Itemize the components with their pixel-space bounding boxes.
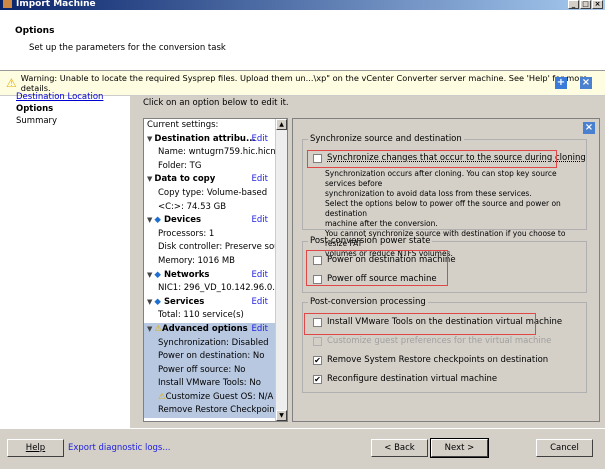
processing-legend: Post-conversion processing (310, 297, 426, 307)
expand-icon[interactable]: + (555, 77, 567, 89)
setting-item: Power off source: No (144, 363, 287, 378)
setting-item: Total: 110 service(s) (158, 310, 244, 321)
diamond-icon: ◆ (154, 269, 161, 280)
settings-section-0[interactable]: ▼ Destination attribu... Edit (144, 133, 287, 147)
section-title: Networks (163, 269, 210, 280)
close-button[interactable]: × (592, 0, 603, 9)
main-hint: Click on an option below to edit it. (143, 98, 289, 108)
maximize-button[interactable]: □ (580, 0, 591, 9)
collapse-arrow-icon[interactable]: ▼ (147, 269, 152, 283)
minimize-button[interactable]: _ (568, 0, 579, 9)
setting-item: ⚠Customize Guest OS: N/A (144, 390, 287, 405)
close-panel-icon[interactable]: × (583, 122, 595, 134)
app-icon (3, 0, 12, 8)
edit-link[interactable]: Edit (252, 173, 268, 187)
scroll-down-button[interactable]: ▼ (276, 410, 287, 421)
settings-section-1[interactable]: ▼ Data to copy Edit (144, 173, 287, 187)
export-logs-link[interactable]: Export diagnostic logs... (68, 443, 170, 453)
setting-item: Name: wntugrn759.hic.hicnet (158, 147, 285, 158)
scrollbar[interactable]: ▲ ▼ (275, 119, 287, 421)
next-button[interactable]: Next > (430, 438, 489, 458)
wizard-nav: Destination Location Options Summary (0, 92, 130, 428)
page-title: Options (15, 26, 55, 36)
setting-item: Processors: 1 (158, 228, 215, 239)
sync-legend: Synchronize source and destination (310, 134, 462, 144)
highlight-box (304, 313, 536, 335)
setting-item: Power on destination: No (144, 350, 287, 364)
setting-item: <C:>: 74.53 GB (158, 201, 227, 212)
section-title: Data to copy (154, 174, 216, 185)
settings-section-2[interactable]: ▼ ◆ Devices Edit (144, 214, 287, 228)
setting-item: Memory: 1016 MB (158, 255, 236, 266)
power-legend: Post-conversion power state (310, 236, 431, 246)
setting-item: Synchronization: Disabled (144, 336, 287, 351)
collapse-arrow-icon[interactable]: ▼ (147, 296, 152, 310)
settings-section-3[interactable]: ▼ ◆ Networks Edit (144, 269, 287, 283)
setting-item: Folder: TG (158, 160, 202, 171)
sync-group: Synchronize source and destination Synch… (302, 134, 587, 258)
collapse-arrow-icon[interactable]: ▼ (147, 214, 152, 228)
wizard-footer: Help Export diagnostic logs... < Back Ne… (0, 428, 605, 469)
highlight-box (306, 250, 448, 286)
nav-options[interactable]: Options (16, 104, 53, 114)
page-subtitle: Set up the parameters for the conversion… (29, 43, 226, 53)
customize-label: Customize guest preferences for the virt… (327, 336, 552, 346)
dismiss-warning-icon[interactable]: × (580, 77, 592, 89)
warning-icon: ⚠ (158, 391, 166, 402)
diamond-icon: ◆ (154, 296, 161, 307)
current-settings-list[interactable]: Current settings: ▼ Destination attribu..… (143, 118, 288, 422)
window-title: Import Machine (16, 0, 96, 9)
setting-item: Remove Restore Checkpoint... (144, 404, 287, 419)
section-title: Services (163, 296, 205, 307)
back-button[interactable]: < Back (371, 439, 428, 457)
remove-label: Remove System Restore checkpoints on des… (327, 355, 549, 365)
setting-item: Install VMware Tools: No (144, 377, 287, 391)
settings-section-5[interactable]: ▼ ⚠Advanced options Edit (144, 322, 287, 337)
setting-item: NIC1: 296_VD_10.142.96.0... (158, 283, 281, 294)
help-button[interactable]: Help (7, 439, 64, 457)
collapse-arrow-icon[interactable]: ▼ (147, 173, 152, 187)
edit-link[interactable]: Edit (252, 133, 268, 147)
scroll-up-button[interactable]: ▲ (276, 119, 287, 130)
warning-text: Warning: Unable to locate the required S… (20, 73, 588, 93)
diamond-icon: ◆ (154, 215, 161, 226)
warning-icon: ⚠ (6, 76, 17, 90)
reconfigure-checkbox[interactable]: ✔ Reconfigure destination virtual machine (313, 374, 497, 384)
edit-link[interactable]: Edit (252, 323, 268, 337)
title-bar: Import Machine _ □ × (0, 0, 605, 10)
nav-summary[interactable]: Summary (16, 116, 57, 126)
edit-link[interactable]: Edit (252, 269, 268, 283)
customize-guest-checkbox: Customize guest preferences for the virt… (313, 336, 551, 346)
remove-restore-checkbox[interactable]: ✔ Remove System Restore checkpoints on de… (313, 355, 548, 365)
section-title: Devices (163, 215, 202, 226)
processing-group: Post-conversion processing Install VMwar… (302, 297, 587, 393)
nav-destination-location[interactable]: Destination Location (16, 92, 103, 102)
settings-header: Current settings: (147, 120, 219, 130)
collapse-arrow-icon[interactable]: ▼ (147, 323, 152, 337)
setting-item: Disk controller: Preserve sou... (158, 242, 288, 253)
section-title: Destination attribu... (154, 133, 256, 144)
warning-icon: ⚠ (154, 323, 163, 334)
setting-item: Copy type: Volume-based (158, 187, 268, 198)
cancel-button[interactable]: Cancel (536, 439, 593, 457)
reconfigure-label: Reconfigure destination virtual machine (327, 374, 498, 384)
options-panel: × Synchronize source and destination Syn… (292, 118, 600, 422)
settings-section-4[interactable]: ▼ ◆ Services Edit (144, 296, 287, 310)
collapse-arrow-icon[interactable]: ▼ (147, 133, 152, 147)
highlight-box (307, 150, 557, 168)
edit-link[interactable]: Edit (252, 214, 268, 228)
edit-link[interactable]: Edit (252, 296, 268, 310)
section-title: Advanced options (162, 323, 248, 334)
